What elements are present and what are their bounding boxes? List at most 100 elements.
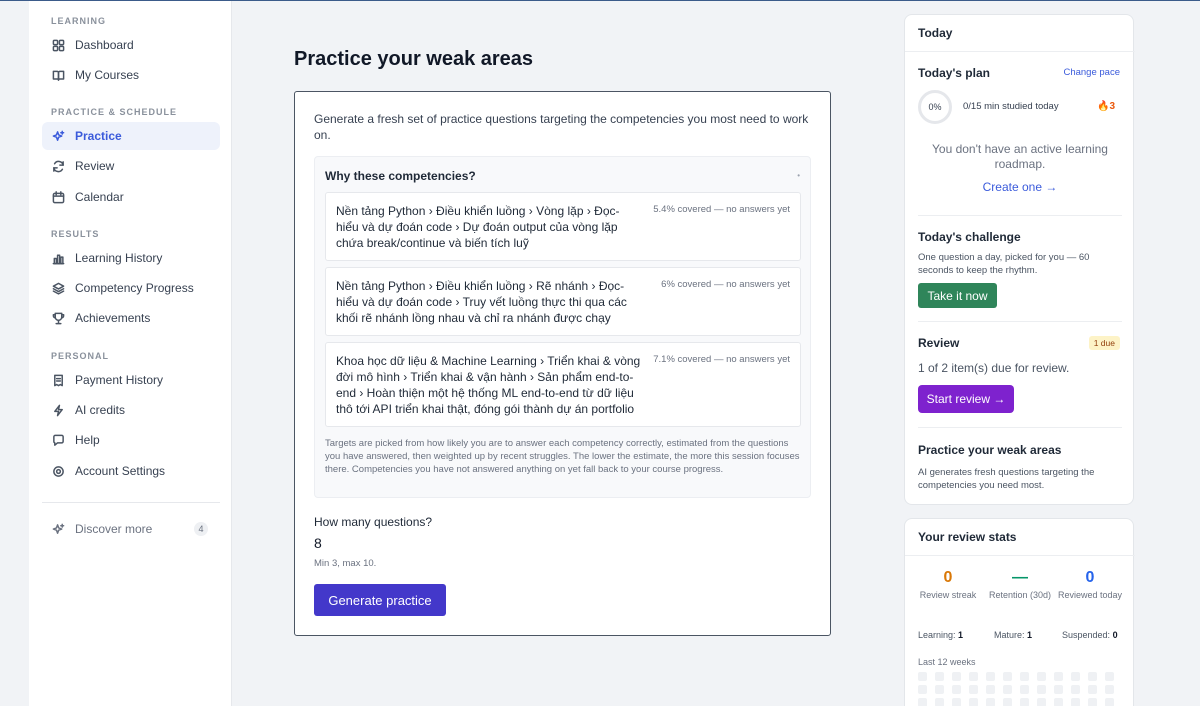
sidebar-item-label: Competency Progress	[75, 281, 194, 295]
heatmap-cell	[1105, 685, 1114, 694]
take-it-now-button[interactable]: Take it now	[918, 283, 997, 308]
bar-chart-icon	[52, 252, 65, 265]
heatmap-cell	[1071, 698, 1080, 706]
heatmap-cell	[969, 698, 978, 706]
sidebar-item-practice[interactable]: Practice	[42, 122, 220, 150]
progress-percent: 0%	[928, 102, 942, 112]
divider	[905, 51, 1135, 52]
sidebar-item-label: AI credits	[75, 403, 126, 417]
bolt-icon	[52, 404, 65, 417]
page-title: Practice your weak areas	[294, 48, 534, 70]
weak-areas-title[interactable]: Practice your weak areas	[918, 443, 1061, 457]
create-roadmap-link[interactable]: Create one →	[918, 180, 1122, 194]
sidebar-item-label: Account Settings	[75, 464, 166, 478]
competency-path: Khoa học dữ liệu & Machine Learning › Tr…	[336, 354, 641, 416]
question-count-input[interactable]	[314, 534, 374, 552]
sidebar-item-label: Payment History	[75, 373, 164, 387]
sparkle-icon	[52, 523, 65, 536]
divider	[918, 215, 1122, 216]
heatmap-cell	[1020, 672, 1029, 681]
sidebar-item-review[interactable]: Review	[42, 152, 220, 180]
divider	[918, 427, 1122, 428]
heatmap-cell	[986, 685, 995, 694]
why-competencies-panel[interactable]: Why these competencies? • Nền tảng Pytho…	[314, 156, 811, 498]
suspended-value: 0	[1112, 630, 1118, 640]
stat-reviewed-today: 0 Reviewed today	[1057, 569, 1123, 601]
learning-label: Learning:	[918, 630, 956, 640]
practice-card: Generate a fresh set of practice questio…	[294, 91, 831, 636]
sidebar: LEARNING Dashboard My Courses PRACTICE &…	[29, 1, 232, 706]
heatmap-cell	[1037, 698, 1046, 706]
stat-value: 0	[1085, 569, 1095, 586]
sidebar-item-help[interactable]: Help	[42, 426, 220, 454]
sidebar-item-dashboard[interactable]: Dashboard	[42, 31, 220, 59]
question-count-hint: Min 3, max 10.	[314, 558, 377, 569]
change-pace-link[interactable]: Change pace	[1063, 67, 1120, 78]
sidebar-item-learning-history[interactable]: Learning History	[42, 244, 220, 272]
learning-count: Learning: 1	[918, 630, 963, 640]
heatmap-cell	[1054, 685, 1063, 694]
sidebar-item-ai-credits[interactable]: AI credits	[42, 396, 220, 424]
sidebar-item-competency-progress[interactable]: Competency Progress	[42, 274, 220, 302]
review-title: Review	[918, 336, 960, 350]
heatmap-cell	[952, 698, 961, 706]
sidebar-item-discover-more[interactable]: Discover more 4	[42, 515, 220, 543]
heatmap-cell	[1037, 672, 1046, 681]
studied-today-text: 0/15 min studied today	[963, 101, 1059, 112]
no-roadmap-text: You don't have an active learning roadma…	[932, 142, 1108, 171]
section-title-learning: LEARNING	[51, 16, 106, 26]
section-title-results: RESULTS	[51, 229, 100, 239]
grid-icon	[52, 39, 65, 52]
section-title-practice: PRACTICE & SCHEDULE	[51, 107, 178, 117]
review-stats-card: Your review stats 0 Review streak — Rete…	[904, 518, 1135, 706]
activity-heatmap	[918, 672, 1114, 706]
intro-text: Generate a fresh set of practice questio…	[314, 112, 809, 142]
divider	[905, 555, 1135, 556]
generate-practice-button[interactable]: Generate practice	[314, 584, 446, 616]
heatmap-cell	[1071, 672, 1080, 681]
heatmap-cell	[935, 698, 944, 706]
sidebar-item-my-courses[interactable]: My Courses	[42, 61, 220, 89]
heatmap-cell	[918, 685, 927, 694]
stat-value: 0	[943, 569, 953, 586]
sidebar-item-label: Help	[75, 433, 100, 447]
divider	[918, 321, 1122, 322]
sidebar-item-payment-history[interactable]: Payment History	[42, 366, 220, 394]
heatmap-cell	[1003, 698, 1012, 706]
todays-plan-title: Today's plan	[918, 66, 990, 80]
competency-item: Nền tảng Python › Điều khiển luồng › Vòn…	[325, 192, 801, 261]
heatmap-cell	[986, 672, 995, 681]
today-card: Today Today's plan Change pace 0% 0/15 m…	[904, 14, 1135, 505]
todays-challenge-title: Today's challenge	[918, 230, 1021, 244]
heatmap-cell	[1071, 685, 1080, 694]
heatmap-cell	[969, 685, 978, 694]
stat-review-streak: 0 Review streak	[915, 569, 981, 601]
review-stats-title: Your review stats	[918, 530, 1017, 544]
sidebar-item-label: Review	[75, 159, 115, 173]
heatmap-cell	[952, 685, 961, 694]
heatmap-cell	[1003, 685, 1012, 694]
calendar-icon	[52, 190, 65, 204]
suspended-label: Suspended:	[1062, 630, 1111, 640]
sidebar-item-account-settings[interactable]: Account Settings	[42, 457, 220, 485]
sidebar-item-label: My Courses	[75, 68, 140, 82]
competency-coverage: 6% covered — no answers yet	[661, 279, 790, 290]
sidebar-item-calendar[interactable]: Calendar	[42, 183, 220, 211]
last-12-weeks-label: Last 12 weeks	[918, 657, 976, 667]
heatmap-cell	[918, 672, 927, 681]
trophy-icon	[52, 312, 65, 325]
stat-label: Retention (30d)	[988, 590, 1052, 600]
progress-ring: 0%	[918, 90, 952, 124]
stat-label: Review streak	[919, 590, 977, 600]
stat-retention: — Retention (30d)	[987, 569, 1053, 601]
heatmap-cell	[969, 672, 978, 681]
start-review-button[interactable]: Start review →	[918, 385, 1014, 413]
collapse-indicator-icon[interactable]: •	[797, 171, 800, 180]
mature-value: 1	[1027, 630, 1033, 640]
review-due-text: 1 of 2 item(s) due for review.	[918, 361, 1070, 375]
sidebar-item-label: Achievements	[75, 311, 151, 325]
sidebar-item-label: Discover more	[75, 522, 153, 536]
competency-path: Nền tảng Python › Điều khiển luồng › Vòn…	[336, 204, 620, 250]
heatmap-cell	[935, 672, 944, 681]
sidebar-item-achievements[interactable]: Achievements	[42, 304, 220, 332]
